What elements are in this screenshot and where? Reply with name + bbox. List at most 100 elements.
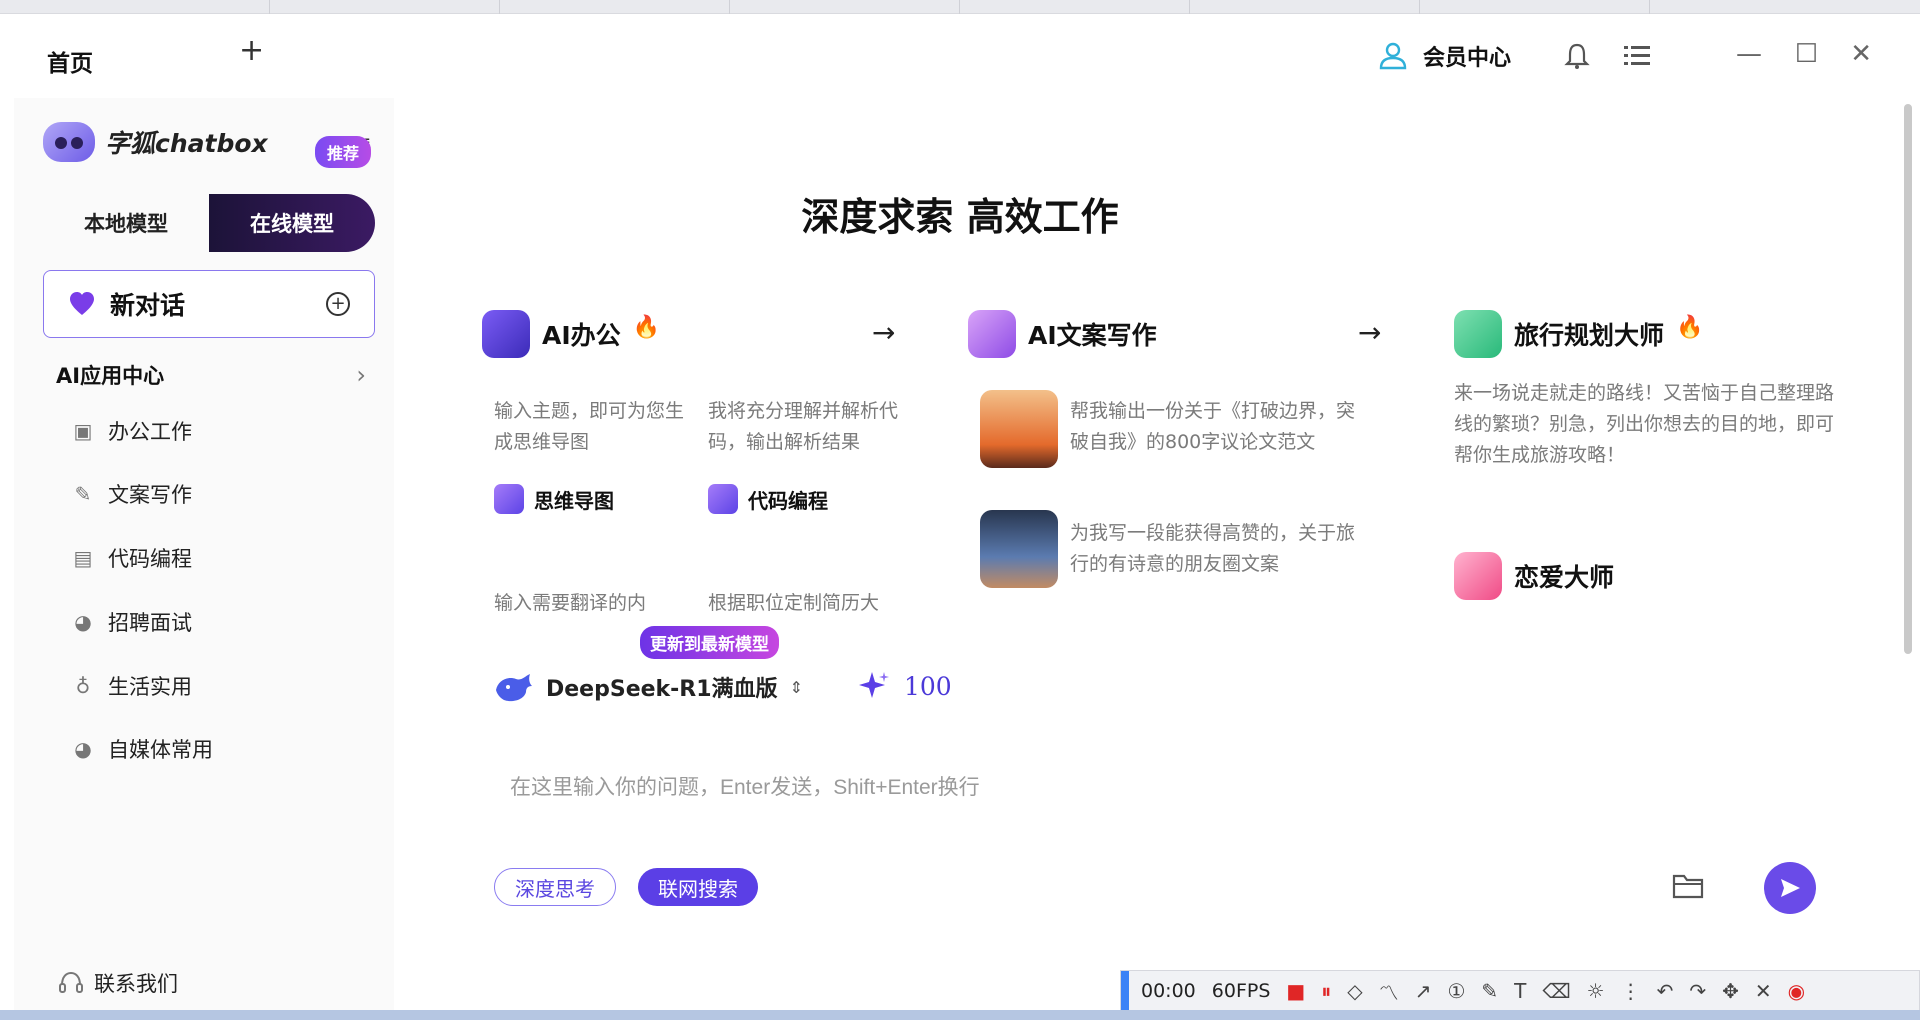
card-desc: 来一场说走就走的路线！又苦恼于自己整理路线的繁琐？别急，列出你想去的目的地，即可… bbox=[1454, 382, 1835, 466]
bell-icon[interactable] bbox=[1564, 42, 1590, 70]
card-desc: 输入主题，即可为您生成思维导图 bbox=[494, 400, 685, 453]
browser-tab[interactable] bbox=[730, 0, 960, 14]
browser-tab[interactable] bbox=[1190, 0, 1420, 14]
card-title: AI文案写作 bbox=[1028, 321, 1157, 350]
fire-icon: 🔥 bbox=[632, 314, 661, 340]
move-icon[interactable]: ✥ bbox=[1722, 979, 1739, 1003]
user-icon bbox=[1379, 42, 1407, 70]
pencil-icon[interactable]: ✎ bbox=[1481, 979, 1498, 1003]
mindmap-item[interactable]: 思维导图 bbox=[494, 484, 614, 514]
model-selector[interactable]: DeepSeek-R1满血版 ⇕ bbox=[494, 670, 803, 704]
airplane-thumbnail[interactable] bbox=[980, 510, 1058, 588]
app-titlebar: 首页 + 会员中心 — ☐ ✕ bbox=[14, 14, 1906, 98]
sidebar-item-life[interactable]: ♁ 生活实用 bbox=[72, 671, 192, 701]
sidebar-item-copywriting[interactable]: ✎ 文案写作 bbox=[72, 479, 192, 509]
more-icon[interactable]: ⋮ bbox=[1621, 979, 1641, 1003]
coding-item[interactable]: 代码编程 bbox=[708, 484, 828, 514]
stop-icon[interactable]: ■ bbox=[1286, 979, 1305, 1003]
shapes-icon[interactable]: ◇ bbox=[1347, 979, 1362, 1003]
screen-recorder-toolbar: 00:00 60FPS ■ ⏸ ◇ 〽 ↗ ① ✎ T ⌫ ☼ ⋮ ↶ ↷ ✥ … bbox=[1120, 970, 1920, 1013]
brand-name: 字狐chatbox bbox=[105, 129, 268, 158]
minimize-button[interactable]: — bbox=[1736, 40, 1762, 68]
browser-tab[interactable] bbox=[500, 0, 730, 14]
undo-icon[interactable]: ↶ bbox=[1657, 979, 1674, 1003]
app-center-header[interactable]: AI应用中心 › bbox=[56, 360, 366, 390]
briefcase-icon: ▣ bbox=[73, 419, 93, 443]
maximize-button[interactable]: ☐ bbox=[1795, 40, 1818, 68]
polyline-icon[interactable]: 〽 bbox=[1379, 977, 1399, 1006]
browser-tab[interactable] bbox=[270, 0, 500, 14]
redo-icon[interactable]: ↷ bbox=[1689, 979, 1706, 1003]
arrow-tool-icon[interactable]: ↗ bbox=[1415, 979, 1432, 1003]
spotlight-icon[interactable]: ☼ bbox=[1587, 979, 1605, 1003]
eraser-icon[interactable]: ⌫ bbox=[1542, 979, 1570, 1003]
prompt-example[interactable]: 为我写一段能获得高赞的，关于旅行的有诗意的朋友圈文案 bbox=[1070, 518, 1370, 580]
record-icon[interactable]: ◉ bbox=[1788, 979, 1805, 1003]
sidebar-item-coding[interactable]: ▤ 代码编程 bbox=[72, 543, 192, 573]
send-button[interactable] bbox=[1764, 862, 1816, 914]
card-ai-office-header[interactable]: AI办公 🔥 bbox=[482, 310, 660, 358]
deep-think-toggle[interactable]: 深度思考 bbox=[494, 868, 616, 906]
member-center-button[interactable]: 会员中心 bbox=[1377, 40, 1511, 72]
arrow-right-icon[interactable]: → bbox=[872, 316, 895, 349]
arrow-right-icon[interactable]: → bbox=[1358, 316, 1381, 349]
chevron-updown-icon: ⇕ bbox=[789, 677, 803, 697]
card-desc: 输入需要翻译的内 bbox=[494, 592, 647, 614]
close-recorder-icon[interactable]: ✕ bbox=[1755, 979, 1772, 1003]
pause-icon[interactable]: ⏸ bbox=[1321, 979, 1331, 1003]
palette-icon: ◕ bbox=[74, 610, 92, 634]
love-app-icon bbox=[1454, 552, 1502, 600]
card-ai-copywriting-header[interactable]: AI文案写作 bbox=[968, 310, 1157, 358]
list-menu-icon[interactable] bbox=[1624, 44, 1650, 68]
contact-us-button[interactable]: 联系我们 bbox=[58, 968, 178, 998]
sidebar-item-label: 办公工作 bbox=[108, 420, 192, 444]
recorder-fps: 60FPS bbox=[1211, 980, 1271, 1002]
sidebar-item-recruiting[interactable]: ◕ 招聘面试 bbox=[72, 607, 192, 637]
office-app-icon bbox=[482, 310, 530, 358]
folder-icon[interactable] bbox=[1672, 872, 1704, 900]
new-chat-button[interactable]: 新对话 + bbox=[43, 270, 375, 338]
palette-icon: ◕ bbox=[74, 737, 92, 761]
recommend-badge: 推荐 bbox=[315, 136, 372, 168]
mindmap-icon bbox=[494, 484, 524, 514]
deepseek-whale-icon bbox=[496, 674, 532, 702]
recorder-accent bbox=[1121, 971, 1129, 1013]
model-name: DeepSeek-R1满血版 bbox=[546, 677, 778, 702]
card-desc: 根据职位定制简历大 bbox=[708, 592, 880, 614]
new-chat-label: 新对话 bbox=[110, 291, 186, 320]
card-desc: 我将充分理解并解析代码，输出解析结果 bbox=[708, 400, 899, 453]
sidebar-item-label: 自媒体常用 bbox=[108, 738, 213, 762]
sparkle-icon bbox=[859, 672, 889, 698]
headset-icon bbox=[59, 971, 83, 993]
card-travel-header[interactable]: 旅行规划大师 🔥 bbox=[1454, 310, 1703, 358]
sidebar-item-media[interactable]: ◕ 自媒体常用 bbox=[72, 734, 213, 764]
web-search-toggle[interactable]: 联网搜索 bbox=[638, 868, 758, 906]
number-icon[interactable]: ① bbox=[1447, 979, 1465, 1003]
scrollbar[interactable] bbox=[1904, 104, 1912, 654]
prompt-example[interactable]: 帮我输出一份关于《打破边界，突破自我》的800字议论文范文 bbox=[1070, 396, 1370, 458]
credits-value: 100 bbox=[904, 671, 952, 701]
bulb-icon: ♁ bbox=[75, 674, 91, 698]
sidebar-item-label: 代码编程 bbox=[108, 547, 192, 571]
text-tool-icon[interactable]: T bbox=[1514, 979, 1526, 1003]
update-model-badge[interactable]: 更新到最新模型 bbox=[640, 626, 779, 659]
browser-tab[interactable] bbox=[1420, 0, 1650, 14]
sunset-thumbnail[interactable] bbox=[980, 390, 1058, 468]
new-tab-button[interactable]: + bbox=[239, 36, 264, 66]
sidebar-item-office[interactable]: ▣ 办公工作 bbox=[72, 416, 192, 446]
browser-tab[interactable] bbox=[960, 0, 1190, 14]
contact-us-label: 联系我们 bbox=[94, 972, 178, 996]
card-love-header[interactable]: 恋爱大师 bbox=[1454, 552, 1614, 600]
fox-logo-icon bbox=[43, 122, 95, 162]
chevron-right-icon: › bbox=[356, 361, 366, 389]
question-input[interactable] bbox=[510, 770, 1760, 806]
chat-heart-icon bbox=[70, 292, 94, 315]
mindmap-label: 思维导图 bbox=[534, 488, 614, 513]
close-window-button[interactable]: ✕ bbox=[1850, 40, 1872, 68]
app-center-label: AI应用中心 bbox=[56, 364, 165, 388]
browser-tab-strip bbox=[0, 0, 1920, 14]
home-tab[interactable]: 首页 bbox=[47, 44, 93, 78]
travel-app-icon bbox=[1454, 310, 1502, 358]
browser-tab[interactable] bbox=[40, 0, 270, 14]
pen-icon: ✎ bbox=[74, 482, 92, 506]
